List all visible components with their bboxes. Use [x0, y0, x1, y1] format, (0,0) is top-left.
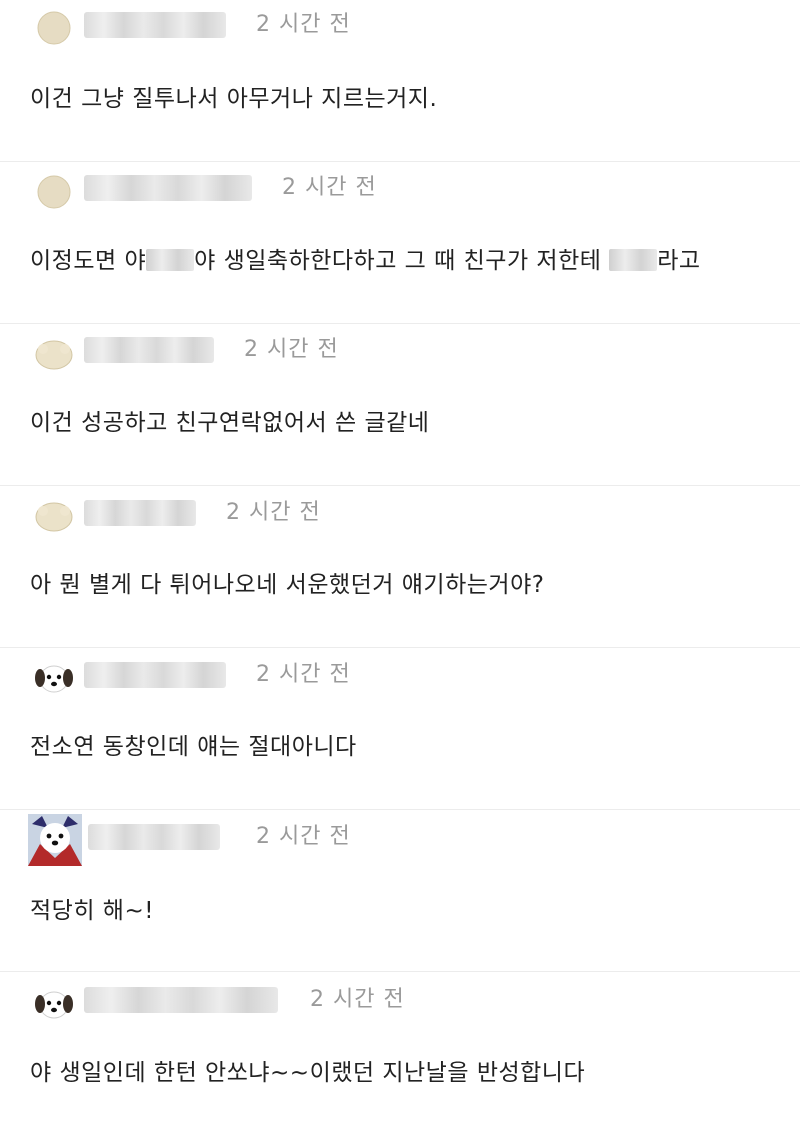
blurred-name	[609, 249, 658, 271]
comment-text: 적당히 해~!	[30, 898, 154, 924]
circle-avatar-icon[interactable]	[34, 174, 74, 210]
comment-text: 아 뭔 별게 다 튀어나오네 서운했던거 얘기하는거야?	[30, 572, 545, 598]
dog-avatar-icon[interactable]	[28, 814, 82, 866]
username-blurred[interactable]	[84, 987, 278, 1013]
puppy-avatar-icon[interactable]	[34, 986, 74, 1022]
timestamp: 2 시간 전	[282, 175, 377, 200]
comment-item: 2 시간 전 이건 그냥 질투나서 아무거나 지르는거지.	[0, 0, 800, 162]
puppy-avatar-icon[interactable]	[34, 660, 74, 696]
comment-text: 이건 그냥 질투나서 아무거나 지르는거지.	[30, 86, 438, 112]
bun-avatar-icon[interactable]	[34, 336, 74, 372]
timestamp: 2 시간 전	[310, 987, 405, 1012]
comment-text: 이건 성공하고 친구연락없어서 쓴 글같네	[30, 410, 430, 436]
comment-text-part: 이정도면 야	[30, 248, 147, 274]
timestamp: 2 시간 전	[244, 337, 339, 362]
username-blurred[interactable]	[84, 175, 252, 201]
comment-text-part: 야 생일축하한다하고 그 때 친구가 저한테	[194, 248, 602, 274]
username-blurred[interactable]	[84, 12, 226, 38]
comment-text: 야 생일인데 한턴 안쏘냐~~이랬던 지난날을 반성합니다	[30, 1060, 586, 1086]
username-blurred[interactable]	[84, 662, 226, 688]
circle-avatar-icon[interactable]	[34, 10, 74, 46]
username-blurred[interactable]	[84, 337, 214, 363]
comment-text: 전소연 동창인데 얘는 절대아니다	[30, 734, 357, 760]
timestamp: 2 시간 전	[226, 500, 321, 525]
timestamp: 2 시간 전	[256, 12, 351, 37]
username-blurred[interactable]	[84, 500, 196, 526]
comment-text-part: 라고	[657, 248, 701, 274]
timestamp: 2 시간 전	[256, 824, 351, 849]
comment-text: 이정도면 야 야 생일축하한다하고 그 때 친구가 저한테 라고	[30, 246, 701, 276]
comment-item: 2 시간 전 전소연 동창인데 얘는 절대아니다	[0, 648, 800, 810]
username-blurred[interactable]	[88, 824, 220, 850]
comment-item: 2 시간 전 아 뭔 별게 다 튀어나오네 서운했던거 얘기하는거야?	[0, 486, 800, 648]
comment-item: 2 시간 전 적당히 해~!	[0, 810, 800, 972]
comment-item: 2 시간 전 이건 성공하고 친구연락없어서 쓴 글같네	[0, 324, 800, 486]
blurred-name	[146, 249, 195, 271]
timestamp: 2 시간 전	[256, 662, 351, 687]
bun-avatar-icon[interactable]	[34, 498, 74, 534]
comment-item: 2 시간 전 이정도면 야 야 생일축하한다하고 그 때 친구가 저한테 라고	[0, 162, 800, 324]
